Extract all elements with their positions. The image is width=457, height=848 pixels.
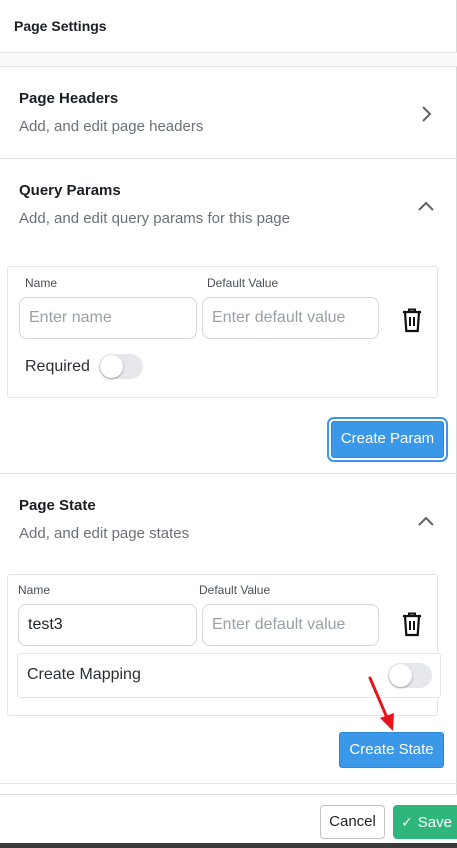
- create-param-button[interactable]: Create Param: [331, 421, 444, 458]
- page-settings-panel: Page Settings Page Headers Add, and edit…: [0, 0, 457, 848]
- chevron-right-icon[interactable]: [416, 104, 436, 124]
- create-state-button[interactable]: Create State: [339, 732, 444, 768]
- bottom-strip: [0, 843, 457, 848]
- state-name-input[interactable]: test3: [18, 604, 197, 646]
- trash-icon[interactable]: [400, 307, 424, 333]
- required-toggle[interactable]: [99, 354, 143, 379]
- divider: [0, 783, 457, 784]
- create-mapping-label: Create Mapping: [27, 666, 141, 683]
- panel-header: Page Settings: [0, 0, 457, 53]
- name-label: Name: [25, 276, 58, 290]
- section-subtitle: Add, and edit page states: [19, 525, 190, 542]
- query-params-section[interactable]: Query Params Add, and edit query params …: [0, 159, 457, 239]
- save-button[interactable]: ✓ Save: [393, 805, 457, 839]
- section-title: Page State: [19, 497, 96, 514]
- trash-icon[interactable]: [400, 611, 424, 637]
- section-title: Query Params: [19, 182, 121, 199]
- chevron-up-icon[interactable]: [416, 511, 436, 531]
- toggle-knob: [100, 355, 123, 378]
- section-subtitle: Add, and edit query params for this page: [19, 210, 290, 227]
- page-headers-section[interactable]: Page Headers Add, and edit page headers: [0, 68, 457, 158]
- section-title: Page Headers: [19, 90, 119, 107]
- page-state-section[interactable]: Page State Add, and edit page states: [0, 474, 457, 554]
- section-subtitle: Add, and edit page headers: [19, 118, 204, 135]
- panel-title: Page Settings: [14, 18, 107, 34]
- state-default-value-input[interactable]: Enter default value: [202, 604, 379, 646]
- default-value-label: Default Value: [207, 276, 279, 290]
- param-name-input[interactable]: Enter name: [19, 297, 197, 339]
- check-icon: ✓: [401, 814, 413, 830]
- cancel-button[interactable]: Cancel: [320, 805, 385, 839]
- section-divider: [0, 53, 457, 67]
- param-default-value-input[interactable]: Enter default value: [202, 297, 379, 339]
- annotation-arrow-icon: [368, 676, 394, 731]
- required-label: Required: [25, 358, 90, 375]
- default-value-label: Default Value: [199, 583, 271, 597]
- name-label: Name: [18, 583, 51, 597]
- query-param-card: Name Default Value Enter name Enter defa…: [7, 266, 438, 398]
- save-label: Save: [417, 814, 452, 831]
- chevron-up-icon[interactable]: [416, 196, 436, 216]
- footer-bar: Cancel ✓ Save: [0, 794, 457, 848]
